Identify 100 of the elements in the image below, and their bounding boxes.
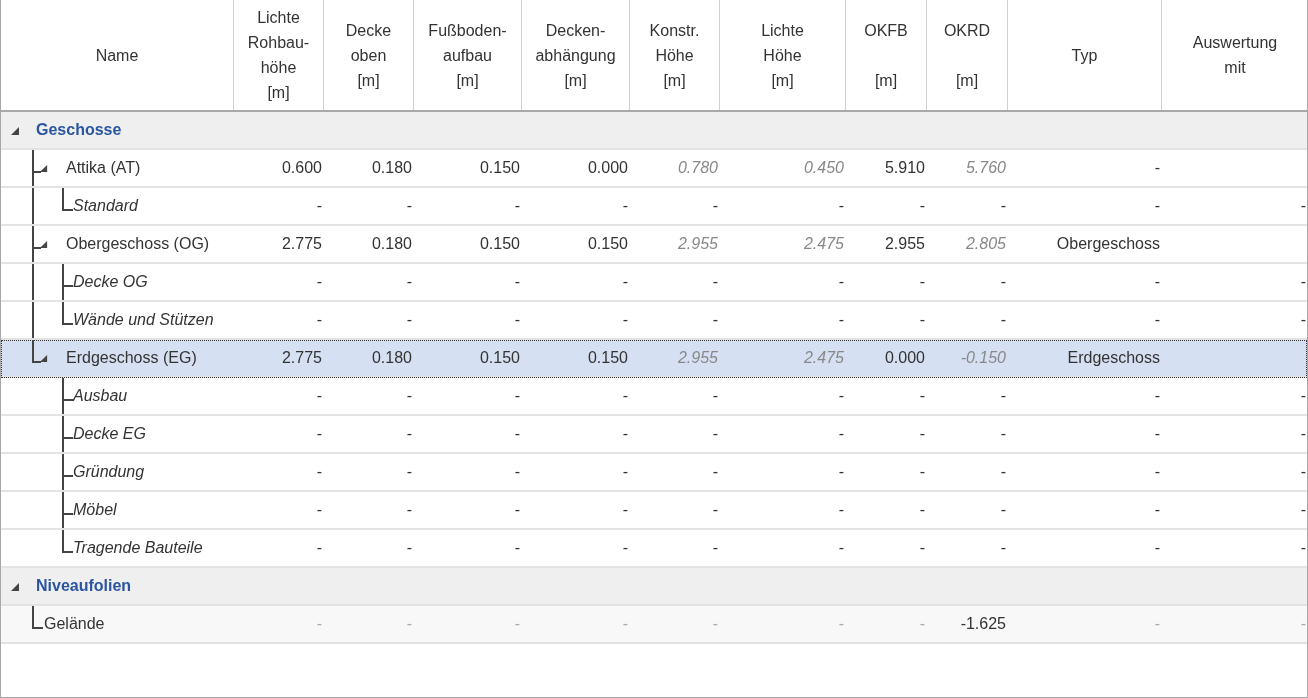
table-cell-text: -0.150 (959, 348, 1007, 368)
table-cell-text: - (999, 310, 1007, 330)
tree-line (61, 302, 74, 325)
table-cell-text: 5.760 (964, 158, 1007, 178)
table-cell-text: - (315, 386, 323, 406)
table-cell-text: - (621, 500, 629, 520)
table-cell-text: - (621, 196, 629, 216)
table-cell-text: - (1153, 500, 1161, 520)
table-cell-text: - (513, 272, 521, 292)
group-label: Geschosse (36, 121, 122, 139)
table-cell-text: 0.150 (478, 234, 521, 254)
table-cell-text: - (711, 538, 719, 558)
table-cell-text: 0.000 (586, 158, 629, 178)
table-cell-text: 2.475 (802, 234, 845, 254)
column-header[interactable]: OKRD [m] (927, 0, 1008, 110)
table-cell-text: - (405, 614, 413, 634)
table-cell-text: - (405, 196, 413, 216)
expand-icon[interactable] (10, 126, 20, 136)
group-row[interactable]: Niveaufolien (1, 568, 1307, 606)
table-cell-text: - (621, 462, 629, 482)
table-cell-text: - (711, 196, 719, 216)
tree-item-label: Standard (73, 197, 138, 215)
table-cell-text: - (621, 424, 629, 444)
table-cell-text: - (513, 538, 521, 558)
table-cell-text: - (711, 386, 719, 406)
tree-line (61, 378, 74, 414)
column-header[interactable]: Typ (1008, 0, 1162, 110)
table-cell-text: - (837, 500, 845, 520)
table-cell-text: - (315, 196, 323, 216)
table-cell-text: - (918, 386, 926, 406)
table-row[interactable]: Möbel - - - - - - - - - - (1, 492, 1307, 530)
column-header[interactable]: OKFB [m] (846, 0, 927, 110)
column-header[interactable]: Konstr. Höhe [m] (630, 0, 720, 110)
table-cell-text: 2.955 (676, 348, 719, 368)
table-cell-text: - (837, 424, 845, 444)
table-cell-text: - (513, 500, 521, 520)
table-cell-text: - (315, 538, 323, 558)
table-cell-text: - (1299, 272, 1307, 292)
table-row[interactable]: Decke OG - - - - - - - - - - (1, 264, 1307, 302)
table-cell-text: - (999, 386, 1007, 406)
table-cell-text: - (1153, 614, 1161, 634)
table-cell-text: - (918, 462, 926, 482)
table-cell-text: - (837, 538, 845, 558)
table-row[interactable]: Gründung - - - - - - - - - - (1, 454, 1307, 492)
table-cell-text: - (513, 424, 521, 444)
table-cell-text: Erdgeschoss (1066, 348, 1161, 368)
table-cell-text: - (513, 386, 521, 406)
table-row[interactable]: Attika (AT) 0.600 0.180 0.150 0.000 0.780 0.450 5.910 5.760 - (1, 150, 1307, 188)
table-cell-text: -1.625 (959, 614, 1007, 634)
table-cell-text: - (405, 500, 413, 520)
table-cell-text: 0.450 (802, 158, 845, 178)
expand-icon[interactable] (39, 240, 48, 249)
group-label: Niveaufolien (36, 577, 132, 595)
table-cell-text: - (1153, 158, 1161, 178)
table-cell-text: - (513, 462, 521, 482)
table-row[interactable]: Erdgeschoss (EG) 2.775 0.180 0.150 0.150 2.955 2.475 0.000 -0.150 Erdgeschoss (1, 340, 1307, 378)
table-cell-text: - (999, 500, 1007, 520)
table-cell-text: - (837, 614, 845, 634)
tree-line (32, 264, 34, 300)
tree-line (61, 188, 74, 211)
table-cell-text: 0.600 (280, 158, 323, 178)
expand-icon[interactable] (39, 354, 48, 363)
table-cell-text: 2.805 (964, 234, 1007, 254)
table-row[interactable]: Gelände - - - - - - - -1.625 - - (1, 606, 1307, 644)
table-cell-text: - (918, 500, 926, 520)
table-cell-text: - (999, 196, 1007, 216)
table-cell-text: - (513, 196, 521, 216)
column-header[interactable]: Decke oben [m] (324, 0, 414, 110)
column-header[interactable]: Fußboden- aufbau [m] (414, 0, 522, 110)
table-cell-text: - (405, 310, 413, 330)
table-row[interactable]: Standard - - - - - - - - - - (1, 188, 1307, 226)
table-row[interactable]: Obergeschoss (OG) 2.775 0.180 0.150 0.150 2.955 2.475 2.955 2.805 Obergeschoss (1, 226, 1307, 264)
table-cell-text: - (1153, 386, 1161, 406)
table-cell-text: 0.000 (883, 348, 926, 368)
column-header[interactable]: Name (1, 0, 234, 110)
column-header[interactable]: Auswertung mit (1162, 0, 1307, 110)
tree-line (32, 188, 34, 224)
tree-line (61, 454, 74, 490)
column-header[interactable]: Lichte Höhe [m] (720, 0, 846, 110)
expand-icon[interactable] (39, 164, 48, 173)
table-cell-text: - (711, 272, 719, 292)
tree-line (61, 416, 74, 452)
table-cell-text: - (1153, 196, 1161, 216)
table-cell-text: - (1299, 538, 1307, 558)
table-cell-text: - (1299, 196, 1307, 216)
table-row[interactable]: Decke EG - - - - - - - - - - (1, 416, 1307, 454)
table-cell-text: - (621, 538, 629, 558)
tree-line (32, 302, 34, 338)
table-cell-text: - (918, 614, 926, 634)
table-cell-text: 2.775 (280, 234, 323, 254)
table-cell-text: - (405, 386, 413, 406)
table-row[interactable]: Ausbau - - - - - - - - - - (1, 378, 1307, 416)
table-cell-text: - (711, 310, 719, 330)
tree-item-label: Wände und Stützen (73, 311, 214, 329)
column-header[interactable]: Decken- abhängung [m] (522, 0, 630, 110)
group-row[interactable]: Geschosse (1, 112, 1307, 150)
column-header[interactable]: Lichte Rohbau- höhe [m] (234, 0, 324, 110)
expand-icon[interactable] (10, 582, 20, 592)
table-cell-text: - (1153, 424, 1161, 444)
table-cell-text: - (1299, 310, 1307, 330)
